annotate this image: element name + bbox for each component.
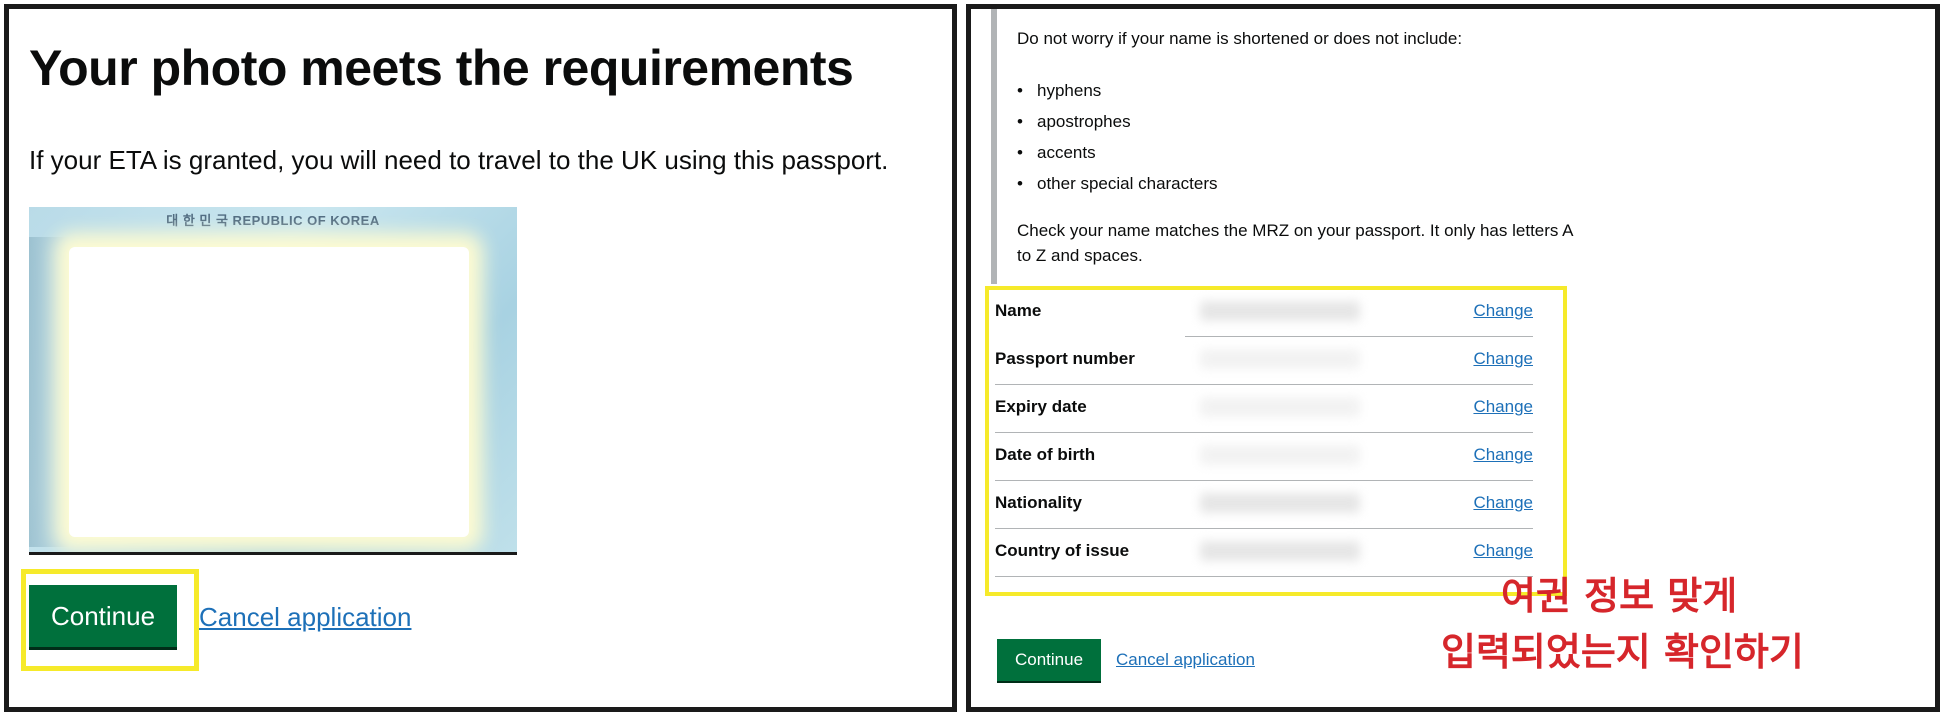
list-item: apostrophes — [1017, 106, 1217, 137]
page-title: Your photo meets the requirements — [29, 40, 854, 96]
summary-row-date-of-birth: Date of birth Change — [995, 433, 1555, 481]
redacted-value — [1200, 493, 1360, 513]
bullet-list: hyphens apostrophes accents other specia… — [1017, 75, 1217, 199]
redacted-value — [1200, 349, 1360, 369]
summary-key: Name — [995, 301, 1042, 320]
change-passport-number-link[interactable]: Change — [1473, 349, 1533, 369]
summary-key: Date of birth — [995, 445, 1096, 464]
redacted-value — [1200, 445, 1360, 465]
redacted-value — [1200, 541, 1360, 561]
list-item: hyphens — [1017, 75, 1217, 106]
change-date-of-birth-link[interactable]: Change — [1473, 445, 1533, 465]
summary-key: Expiry date — [995, 397, 1087, 416]
photo-confirmation-panel: Your photo meets the requirements If you… — [4, 4, 957, 712]
passport-strip — [29, 237, 69, 547]
list-item: other special characters — [1017, 168, 1217, 199]
annotation-line2: 입력되었는지 확인하기 — [1441, 630, 1804, 674]
row-divider — [995, 576, 1533, 577]
change-country-of-issue-link[interactable]: Change — [1473, 541, 1533, 561]
passport-header-text: 대 한 민 국 REPUBLIC OF KOREA — [166, 213, 380, 228]
mrz-note-line1: Check your name matches the MRZ on your … — [1017, 221, 1574, 240]
lead-paragraph: If your ETA is granted, you will need to… — [29, 145, 889, 175]
summary-row-name: Name Change — [995, 289, 1555, 337]
summary-key: Passport number — [995, 349, 1135, 368]
list-item: accents — [1017, 137, 1217, 168]
check-answers-panel: Do not worry if your name is shortened o… — [966, 4, 1940, 712]
annotation-line1: 여권 정보 맞게 — [1501, 574, 1738, 618]
summary-row-expiry-date: Expiry date Change — [995, 385, 1555, 433]
summary-row-nationality: Nationality Change — [995, 481, 1555, 529]
summary-row-country-of-issue: Country of issue Change — [995, 529, 1555, 577]
summary-key: Country of issue — [995, 541, 1130, 560]
inset-intro: Do not worry if your name is shortened o… — [1017, 29, 1463, 48]
redacted-photo-area — [69, 247, 469, 537]
inset-border — [991, 9, 997, 284]
redacted-value — [1200, 301, 1360, 321]
cancel-application-link[interactable]: Cancel application — [199, 602, 411, 633]
change-nationality-link[interactable]: Change — [1473, 493, 1533, 513]
change-expiry-date-link[interactable]: Change — [1473, 397, 1533, 417]
summary-key: Nationality — [995, 493, 1082, 512]
cancel-application-link[interactable]: Cancel application — [1116, 650, 1255, 670]
passport-image: 대 한 민 국 REPUBLIC OF KOREA — [29, 207, 517, 555]
continue-button[interactable]: Continue — [997, 639, 1101, 681]
redacted-value — [1200, 397, 1360, 417]
mrz-note-line2: to Z and spaces. — [1017, 246, 1143, 265]
continue-button[interactable]: Continue — [29, 585, 177, 647]
change-name-link[interactable]: Change — [1473, 301, 1533, 321]
summary-row-passport-number: Passport number Change — [995, 337, 1555, 385]
